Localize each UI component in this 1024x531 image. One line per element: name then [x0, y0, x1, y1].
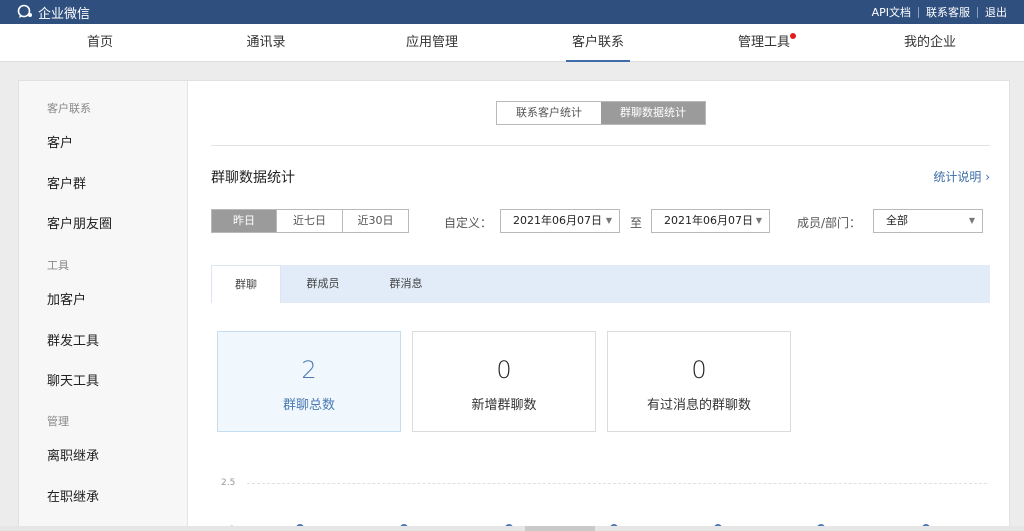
member-select[interactable]: 全部 ▼: [873, 209, 983, 233]
top-links: API文档 联系客服 退出: [865, 0, 1014, 24]
chat-bubble-icon: [17, 4, 32, 18]
caret-down-icon: ▼: [605, 216, 612, 225]
stat-card-active[interactable]: 0 有过消息的群聊数: [607, 331, 791, 432]
sidebar-item-chat-tools[interactable]: 聊天工具: [47, 370, 99, 389]
explain-link-label: 统计说明: [933, 170, 982, 184]
tab-customer-stats[interactable]: 联系客户统计: [497, 102, 601, 124]
horizontal-scrollbar[interactable]: [0, 526, 1024, 531]
sidebar-group-title: 客户联系: [47, 102, 91, 115]
stat-value: 2: [301, 356, 317, 384]
member-value: 全部: [886, 214, 908, 227]
top-bar: 企业微信 API文档 联系客服 退出: [0, 0, 1024, 24]
sidebar-item-onjob-inheritance[interactable]: 在职继承: [47, 486, 99, 505]
custom-range-label: 自定义：: [444, 216, 493, 230]
nav-home[interactable]: 首页: [50, 24, 150, 62]
logout-link[interactable]: 退出: [978, 4, 1014, 20]
explain-link[interactable]: 统计说明 ›: [933, 168, 990, 185]
notification-dot: [790, 33, 796, 39]
nav-app-management[interactable]: 应用管理: [382, 24, 482, 62]
tab-group-messages[interactable]: 群消息: [376, 265, 436, 303]
sidebar-item-add-customer[interactable]: 加客户: [47, 289, 86, 308]
to-label: 至: [630, 216, 643, 230]
stat-label: 群聊总数: [282, 398, 335, 413]
stat-value: 0: [691, 356, 707, 384]
chevron-right-icon: ›: [985, 170, 990, 184]
grid-line: [247, 483, 987, 484]
range-7days-button[interactable]: 近七日: [276, 210, 342, 232]
range-30days-button[interactable]: 近30日: [342, 210, 408, 232]
app-name: 企业微信: [38, 6, 91, 22]
stat-value: 0: [496, 356, 512, 384]
range-yesterday-button[interactable]: 昨日: [212, 210, 276, 232]
sidebar-item-customer-groups[interactable]: 客户群: [47, 173, 86, 192]
nav-my-company[interactable]: 我的企业: [880, 24, 980, 62]
sidebar-group-title: 管理: [47, 415, 69, 428]
sidebar: 客户联系 客户 客户群 客户朋友圈 工具 加客户 群发工具 聊天工具 管理 离职…: [19, 81, 188, 531]
sidebar-item-customers[interactable]: 客户: [47, 132, 73, 151]
sidebar-item-mass-send[interactable]: 群发工具: [47, 330, 99, 349]
scrollbar-thumb[interactable]: [525, 526, 595, 531]
caret-down-icon: ▼: [968, 216, 975, 225]
tab-group-chat-stats[interactable]: 群聊数据统计: [601, 102, 705, 124]
stats-type-switch: 联系客户统计 群聊数据统计: [496, 101, 706, 125]
sidebar-item-moments[interactable]: 客户朋友圈: [47, 213, 112, 232]
nav-management-tools[interactable]: 管理工具: [714, 24, 814, 62]
section-title: 群聊数据统计: [211, 170, 295, 186]
sidebar-group-title: 工具: [47, 259, 69, 272]
stat-card-total[interactable]: 2 群聊总数: [217, 331, 401, 432]
y-tick-label: 2.5: [221, 478, 236, 488]
tab-group-members[interactable]: 群成员: [293, 265, 353, 303]
contact-support-link[interactable]: 联系客服: [919, 4, 977, 20]
end-date-value: 2021年06月07日: [664, 214, 753, 227]
main-content: 联系客户统计 群聊数据统计 群聊数据统计 统计说明 › 昨日 近七日 近30日 …: [189, 81, 1010, 531]
main-nav: 首页 通讯录 应用管理 客户联系 管理工具 我的企业: [0, 24, 1024, 62]
nav-contacts[interactable]: 通讯录: [216, 24, 316, 62]
tab-group-chats[interactable]: 群聊: [211, 265, 281, 303]
metric-tabs: 群聊 群成员 群消息: [211, 265, 990, 303]
page-container: 客户联系 客户 客户群 客户朋友圈 工具 加客户 群发工具 聊天工具 管理 离职…: [18, 80, 1010, 531]
quick-range-buttons: 昨日 近七日 近30日: [211, 209, 409, 233]
api-docs-link[interactable]: API文档: [865, 4, 918, 20]
member-label: 成员/部门：: [797, 216, 862, 230]
caret-down-icon: ▼: [755, 216, 762, 225]
divider: [211, 145, 990, 146]
nav-customer-contact[interactable]: 客户联系: [548, 24, 648, 62]
stat-card-new[interactable]: 0 新增群聊数: [412, 331, 596, 432]
app-logo[interactable]: 企业微信: [16, 0, 90, 24]
start-date-value: 2021年06月07日: [513, 214, 602, 227]
stat-label: 有过消息的群聊数: [646, 398, 751, 413]
start-date-select[interactable]: 2021年06月07日 ▼: [500, 209, 620, 233]
stat-label: 新增群聊数: [471, 398, 537, 413]
end-date-select[interactable]: 2021年06月07日 ▼: [651, 209, 770, 233]
sidebar-item-resigned-inheritance[interactable]: 离职继承: [47, 445, 99, 464]
